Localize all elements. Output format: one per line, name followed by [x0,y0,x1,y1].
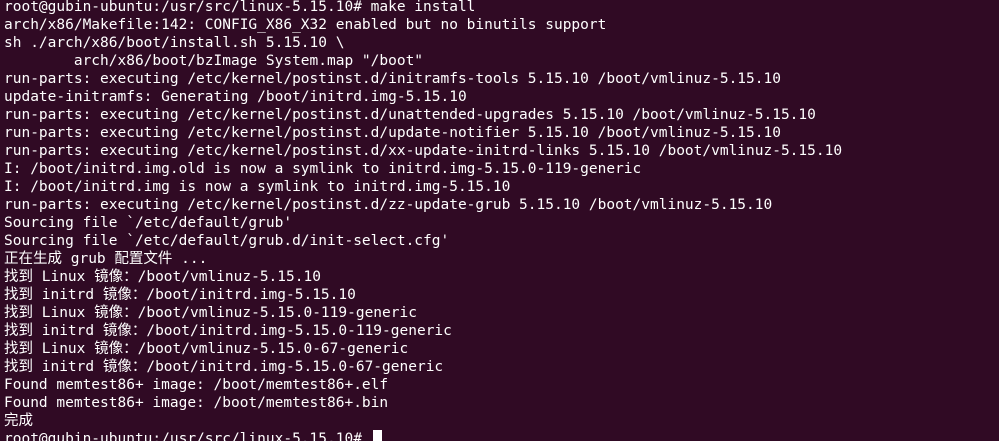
output-line: run-parts: executing /etc/kernel/postins… [4,107,816,123]
output-line: I: /boot/initrd.img.old is now a symlink… [4,161,642,177]
output-line: arch/x86/Makefile:142: CONFIG_X86_X32 en… [4,17,607,33]
output-line: Found memtest86+ image: /boot/memtest86+… [4,377,389,393]
terminal-output: root@gubin-ubuntu:/usr/src/linux-5.15.10… [4,0,842,441]
output-line: run-parts: executing /etc/kernel/postins… [4,197,773,213]
output-line: Sourcing file `/etc/default/grub' [4,215,293,231]
prompt-line[interactable]: root@gubin-ubuntu:/usr/src/linux-5.15.10… [4,430,842,441]
output-line: sh ./arch/x86/boot/install.sh 5.15.10 \ [4,35,345,51]
output-line: 完成 [4,413,33,429]
output-line: 找到 Linux 镜像：/boot/vmlinuz-5.15.0-67-gene… [4,341,409,357]
shell-prompt: root@gubin-ubuntu:/usr/src/linux-5.15.10… [4,431,362,441]
output-line: 正在生成 grub 配置文件 ... [4,251,208,267]
output-line: Found memtest86+ image: /boot/memtest86+… [4,395,389,411]
output-line: 找到 initrd 镜像：/boot/initrd.img-5.15.0-119… [4,323,452,339]
output-line: Sourcing file `/etc/default/grub.d/init-… [4,233,450,249]
output-line: run-parts: executing /etc/kernel/postins… [4,143,843,159]
output-line: 找到 Linux 镜像：/boot/vmlinuz-5.15.0-119-gen… [4,305,417,321]
output-line: I: /boot/initrd.img is now a symlink to … [4,179,511,195]
output-line: 找到 initrd 镜像：/boot/initrd.img-5.15.10 [4,287,356,303]
output-line: 找到 Linux 镜像：/boot/vmlinuz-5.15.10 [4,269,321,285]
output-line: update-initramfs: Generating /boot/initr… [4,89,467,105]
output-line: arch/x86/boot/bzImage System.map "/boot" [4,53,424,69]
command-line: root@gubin-ubuntu:/usr/src/linux-5.15.10… [4,0,476,15]
output-line: run-parts: executing /etc/kernel/postins… [4,125,781,141]
terminal-window[interactable]: root@gubin-ubuntu:/usr/src/linux-5.15.10… [0,0,999,441]
output-line: run-parts: executing /etc/kernel/postins… [4,71,781,87]
text-cursor [372,430,382,441]
output-line: 找到 initrd 镜像：/boot/initrd.img-5.15.0-67-… [4,359,444,375]
